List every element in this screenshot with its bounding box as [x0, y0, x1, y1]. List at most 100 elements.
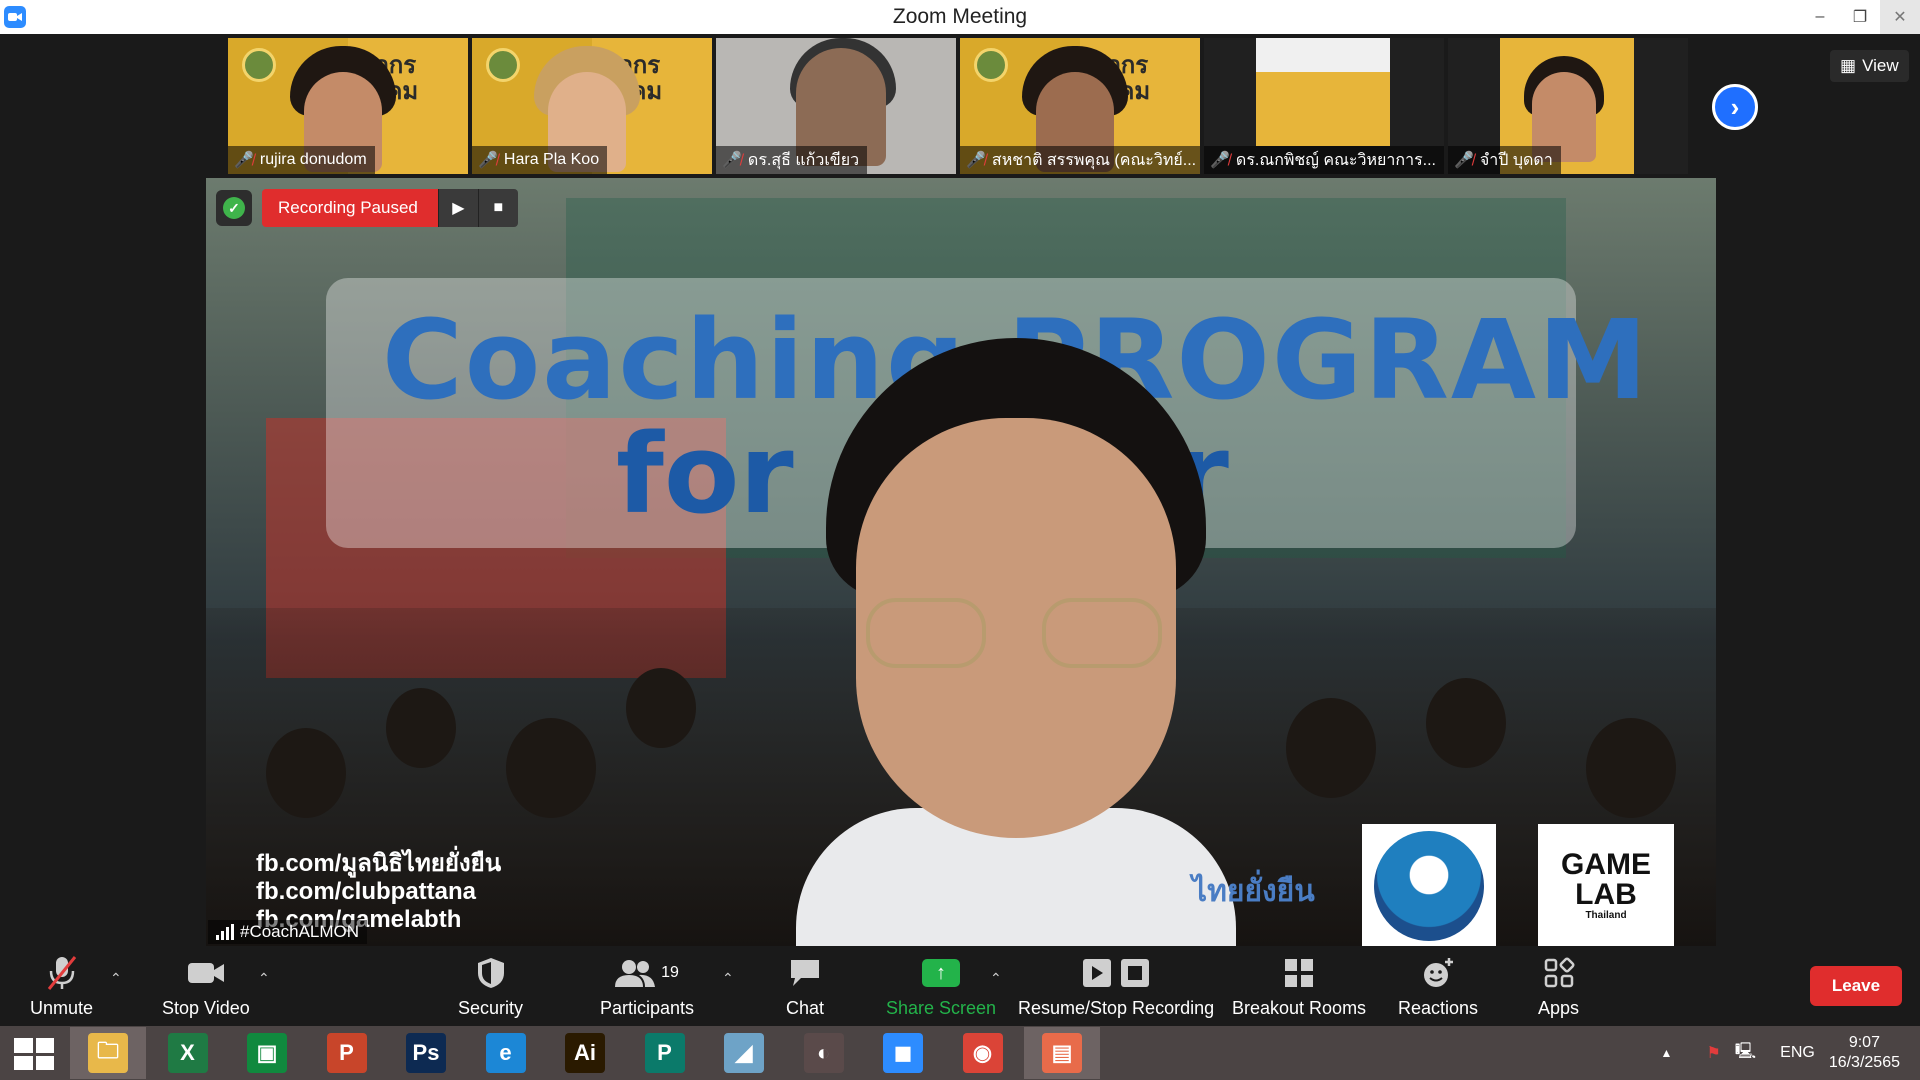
minimize-button[interactable]: – [1800, 0, 1840, 34]
close-button[interactable]: ✕ [1880, 0, 1920, 34]
resume-recording-button[interactable]: ▶ [437, 189, 478, 227]
recording-controls-icon [1081, 954, 1151, 992]
resume-stop-recording-button[interactable]: Resume/Stop Recording [1018, 954, 1214, 1019]
participants-options-chevron-icon[interactable]: ⌃ [722, 970, 734, 987]
apps-icon [1543, 954, 1575, 992]
security-label: Security [458, 998, 524, 1018]
social-link: fb.com/clubpattana [256, 878, 477, 905]
breakout-rooms-label: Breakout Rooms [1232, 998, 1367, 1018]
taskbar-photoscape-button[interactable]: ◐ [786, 1027, 862, 1079]
apps-label: Apps [1538, 998, 1580, 1018]
participant-label: 🎤̸ ดร.ณกพิชญ์ คณะวิหยาการ... [1204, 146, 1444, 174]
university-seal [486, 48, 520, 82]
unmute-button[interactable]: Unmute [30, 954, 93, 1019]
video-camera-icon [186, 954, 226, 992]
stop-video-label: Stop Video [162, 998, 250, 1018]
gamelab-lab-text: LAB [1575, 878, 1637, 911]
clock[interactable]: 9:07 16/3/2565 [1815, 1033, 1920, 1073]
muted-mic-icon: 🎤̸ [722, 152, 742, 169]
taskbar-publisher-button[interactable]: P [627, 1027, 703, 1079]
next-page-arrow-icon[interactable]: › [1712, 84, 1758, 130]
apps-button[interactable]: Apps [1538, 954, 1579, 1019]
participant-tile[interactable]: 🎤̸ ดร.ณกพิชญ์ คณะวิหยาการ... [1204, 38, 1444, 174]
social-link: fb.com/มูลนิธิไทยยั่งยืน [256, 850, 502, 877]
speaker-name: #CoachALMON [240, 922, 360, 941]
participant-tile[interactable]: 🎤̸ ดร.สุธี แก้วเขียว [716, 38, 956, 174]
gamelab-sub-text: Thailand [1585, 910, 1627, 921]
language-indicator[interactable]: ENG [1780, 1044, 1815, 1062]
muted-mic-icon: 🎤̸ [1454, 152, 1474, 169]
gallery-strip: ศวกร สังคม 🎤̸rujira donudom ศวกร สังคม 🎤… [228, 38, 1688, 174]
taskbar-notes-button[interactable]: ◢ [706, 1027, 782, 1079]
participant-label: 🎤̸ Hara Pla Koo [472, 146, 608, 174]
taskbar-excel-button[interactable]: X [150, 1027, 226, 1079]
main-speaker-video: Coaching PROGRAM for er fb.com/มูลนิธิไท… [206, 178, 1716, 946]
share-options-chevron-icon[interactable]: ⌃ [990, 970, 1002, 987]
breakout-rooms-icon [1283, 954, 1315, 992]
chrome-icon: ◉ [962, 1033, 1003, 1073]
file-explorer-icon: 🗀 [88, 1033, 128, 1073]
participant-label: 🎤̸ จำปี บุดดา [1448, 146, 1561, 174]
tray-expand-chevron-icon[interactable]: ▲ [1661, 1046, 1673, 1060]
window-title: Zoom Meeting [892, 5, 1028, 28]
illustrator-icon: Ai [565, 1033, 605, 1073]
notes-icon: ◢ [724, 1033, 764, 1073]
network-icon[interactable]: 🖳 [1735, 1040, 1756, 1067]
photoscape-icon: ◐ [803, 1033, 844, 1073]
participant-name: rujira donudom [259, 151, 367, 168]
taskbar-file-explorer-button[interactable]: 🗀 [70, 1027, 146, 1079]
meeting-toolbar: Unmute ⌃ Stop Video ⌃ Security 19 Partic… [0, 948, 1920, 1026]
taskbar-illustrator-button[interactable]: Ai [547, 1027, 623, 1079]
taskbar-photoshop-button[interactable]: Ps [388, 1027, 464, 1079]
photoshop-icon: Ps [406, 1033, 446, 1073]
participant-label: 🎤̸ rujira donudom [228, 146, 375, 174]
participant-name: จำปี บุดดา [1479, 151, 1553, 169]
smiley-plus-icon [1421, 954, 1455, 992]
security-button[interactable]: Security [458, 954, 523, 1019]
restore-button[interactable]: ❐ [1840, 0, 1880, 34]
presenter [786, 338, 1246, 946]
participants-icon: 19 [615, 954, 679, 992]
taskbar-photos-button[interactable]: ▤ [1024, 1027, 1100, 1079]
participant-tile[interactable]: 🎤̸ จำปี บุดดา [1448, 38, 1688, 174]
view-button[interactable]: ▦ View [1830, 50, 1909, 82]
video-options-chevron-icon[interactable]: ⌃ [258, 970, 270, 987]
excel-icon: X [167, 1033, 208, 1073]
recording-bar: ✓ Recording Paused ▶ ■ [216, 188, 518, 228]
chat-label: Chat [786, 998, 825, 1018]
publisher-icon: P [644, 1033, 685, 1073]
muted-mic-icon: 🎤̸ [478, 152, 498, 169]
participant-label: 🎤̸ สหชาติ สรรพคุณ (คณะวิทย์... [960, 146, 1200, 174]
taskbar-store-button[interactable]: ▣ [229, 1027, 305, 1079]
muted-mic-icon: 🎤̸ [234, 152, 254, 169]
internet-explorer-icon: e [485, 1033, 526, 1073]
shield-icon [476, 954, 506, 992]
taskbar-internet-explorer-button[interactable]: e [468, 1027, 544, 1079]
participant-tile[interactable]: ศวกร สังคม 🎤̸rujira donudom [228, 38, 468, 174]
leave-button[interactable]: Leave [1810, 966, 1902, 1006]
taskbar-chrome-button[interactable]: ◉ [945, 1027, 1021, 1079]
stop-video-button[interactable]: Stop Video [162, 954, 250, 1019]
system-tray: ▲ ⚑ 🖳 ENG 9:07 16/3/2565 [1661, 1026, 1920, 1080]
share-screen-button[interactable]: ↑ Share Screen [886, 954, 996, 1019]
reactions-button[interactable]: Reactions [1398, 954, 1478, 1019]
store-icon: ▣ [247, 1033, 287, 1073]
taskbar-zoom-button[interactable]: ◼ [865, 1027, 941, 1079]
flag-icon[interactable]: ⚑ [1706, 1043, 1720, 1063]
participant-tile[interactable]: ศวกร สังคม 🎤̸Hara Pla Koo [472, 38, 712, 174]
participants-button[interactable]: 19 Participants [600, 954, 694, 1019]
chat-button[interactable]: Chat [786, 954, 824, 1019]
university-seal [974, 48, 1008, 82]
windows-start-icon[interactable] [14, 1038, 54, 1070]
breakout-rooms-button[interactable]: Breakout Rooms [1232, 954, 1366, 1019]
participant-name: ดร.ณกพิชญ์ คณะวิหยาการ... [1235, 151, 1436, 169]
muted-mic-icon [45, 954, 79, 992]
muted-mic-icon: 🎤̸ [966, 152, 986, 169]
taskbar-powerpoint-button[interactable]: P [309, 1027, 385, 1079]
encryption-shield-icon[interactable]: ✓ [216, 190, 252, 226]
reactions-label: Reactions [1398, 998, 1479, 1018]
stop-recording-button[interactable]: ■ [477, 189, 518, 227]
university-seal [242, 48, 276, 82]
participant-tile[interactable]: ศวกร สังคม 🎤̸สหชาติ สรรพคุณ (คณะวิทย์... [960, 38, 1200, 174]
audio-options-chevron-icon[interactable]: ⌃ [110, 970, 122, 987]
